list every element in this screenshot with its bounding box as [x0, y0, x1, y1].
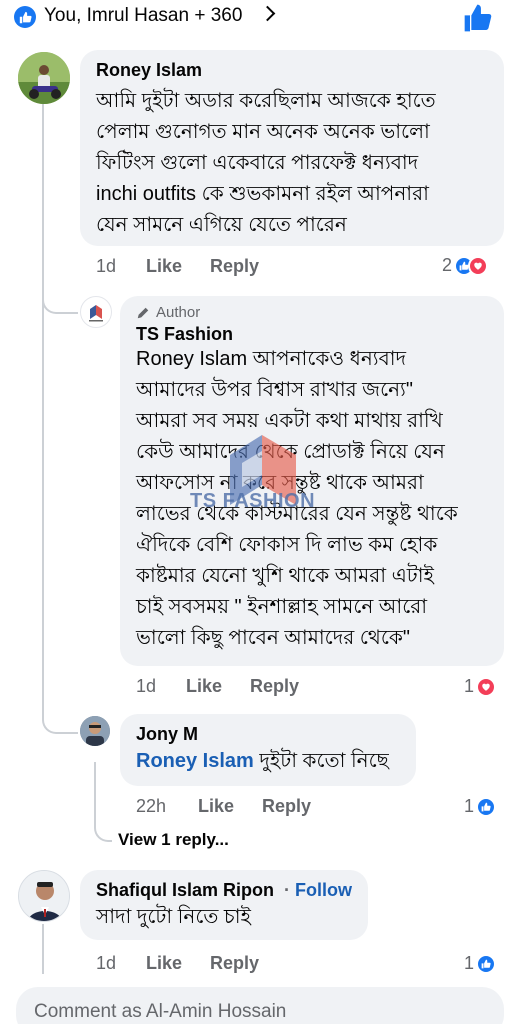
reaction-count-number: 1 [464, 676, 475, 696]
like-action-button[interactable]: Like [198, 796, 234, 817]
like-reaction-icon [476, 796, 497, 817]
thread-line [42, 924, 44, 974]
commenter-name[interactable]: TS Fashion [136, 324, 233, 345]
page-avatar[interactable] [80, 296, 112, 328]
like-reaction-icon [14, 6, 36, 28]
reply-action-button[interactable]: Reply [210, 256, 259, 277]
reply-action-button[interactable]: Reply [210, 953, 259, 974]
avatar[interactable] [80, 716, 110, 746]
avatar[interactable] [18, 52, 70, 104]
reaction-count-number: 1 [464, 953, 475, 973]
mention-link[interactable]: Roney Islam [136, 750, 254, 772]
follow-label[interactable]: Follow [295, 880, 352, 900]
love-reaction-icon [476, 676, 497, 697]
pencil-icon [137, 307, 149, 318]
reaction-count[interactable]: 1 [464, 953, 497, 974]
comment-body: দুইটা কতো নিছে [253, 750, 389, 772]
like-action-button[interactable]: Like [186, 676, 222, 697]
comment-time: 1d [136, 676, 157, 696]
reactors-text[interactable]: You, Imrul Hasan + 360 [44, 5, 242, 27]
thread-connector [42, 700, 78, 734]
separator-dot: · [284, 880, 295, 900]
like-action-button[interactable]: Like [146, 256, 182, 277]
reaction-count[interactable]: 2 [442, 255, 489, 276]
thread-line [42, 104, 44, 720]
like-action-button[interactable]: Like [146, 953, 182, 974]
watermark-text: TS FASHION [190, 490, 316, 512]
comment-time: 1d [96, 256, 117, 276]
thread-connector [42, 280, 78, 314]
avatar[interactable] [18, 870, 70, 922]
reaction-count-number: 1 [464, 796, 475, 816]
reply-action-button[interactable]: Reply [250, 676, 299, 697]
author-badge-label: Author [156, 304, 201, 321]
follow-button[interactable]: · Follow [284, 880, 352, 901]
love-reaction-icon [468, 255, 489, 276]
comment-text: সাদা দুটো নিতে চাই [96, 906, 251, 928]
like-button-icon[interactable] [462, 2, 494, 39]
reaction-count[interactable]: 1 [464, 796, 497, 817]
view-replies-link[interactable]: View 1 reply... [118, 830, 229, 850]
commenter-name[interactable]: Jony M [136, 724, 198, 745]
comment-input-placeholder: Comment as Al-Amin Hossain [34, 1001, 287, 1022]
thread-connector [94, 820, 112, 842]
reaction-count-number: 2 [442, 255, 453, 275]
reply-action-button[interactable]: Reply [262, 796, 311, 817]
comment-time: 22h [136, 796, 167, 816]
commenter-name[interactable]: Roney Islam [96, 60, 202, 81]
comment-input[interactable]: Comment as Al-Amin Hossain [16, 987, 504, 1024]
commenter-name[interactable]: Shafiqul Islam Ripon [96, 880, 274, 901]
comment-time: 1d [96, 953, 117, 973]
author-badge: Author [136, 304, 200, 321]
chevron-right-icon[interactable] [259, 5, 276, 22]
reaction-count[interactable]: 1 [464, 676, 497, 697]
comment-text: আমি দুইটা অডার করেছিলাম আজকে হাতে পেলাম … [96, 90, 436, 236]
like-reaction-icon [476, 953, 497, 974]
comment-text: Roney Islam দুইটা কতো নিছে [136, 746, 416, 777]
thread-line [94, 762, 96, 822]
reactions-summary-bar[interactable]: You, Imrul Hasan + 360 [0, 0, 520, 36]
